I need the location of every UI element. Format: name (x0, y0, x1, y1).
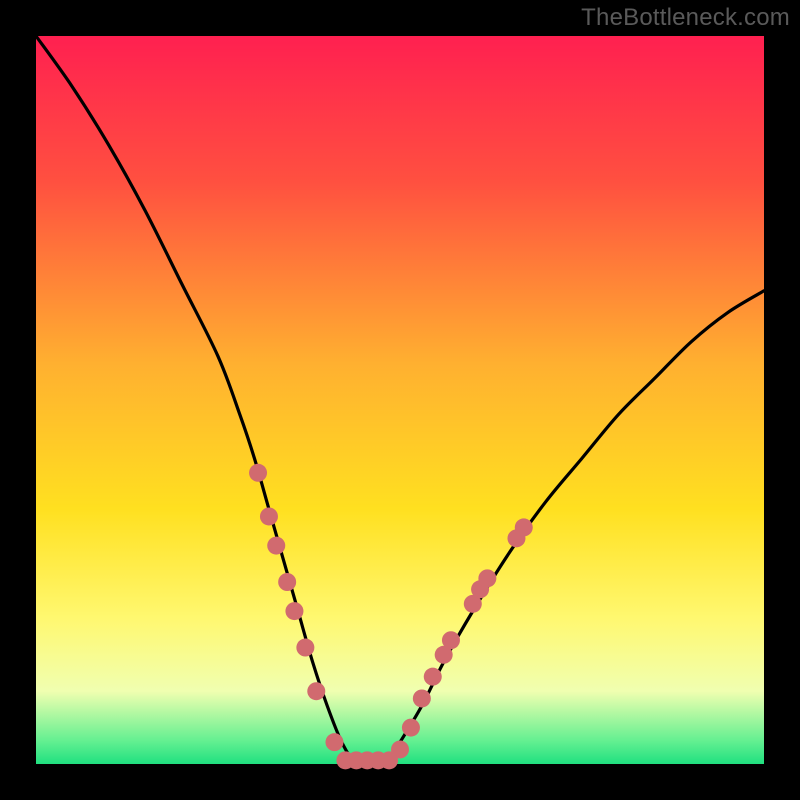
marker-dot (442, 631, 460, 649)
marker-dot (515, 518, 533, 536)
marker-dot (267, 537, 285, 555)
bottleneck-chart (0, 0, 800, 800)
marker-dot (424, 668, 442, 686)
marker-dot (260, 507, 278, 525)
chart-frame: TheBottleneck.com (0, 0, 800, 800)
marker-dot (296, 639, 314, 657)
marker-dot (478, 569, 496, 587)
marker-dot (278, 573, 296, 591)
marker-dot (307, 682, 325, 700)
marker-dot (325, 733, 343, 751)
marker-dot (402, 719, 420, 737)
marker-dot (249, 464, 267, 482)
plot-background (36, 36, 764, 764)
marker-dot (413, 689, 431, 707)
marker-dot (285, 602, 303, 620)
marker-dot (391, 740, 409, 758)
watermark-text: TheBottleneck.com (581, 4, 790, 32)
